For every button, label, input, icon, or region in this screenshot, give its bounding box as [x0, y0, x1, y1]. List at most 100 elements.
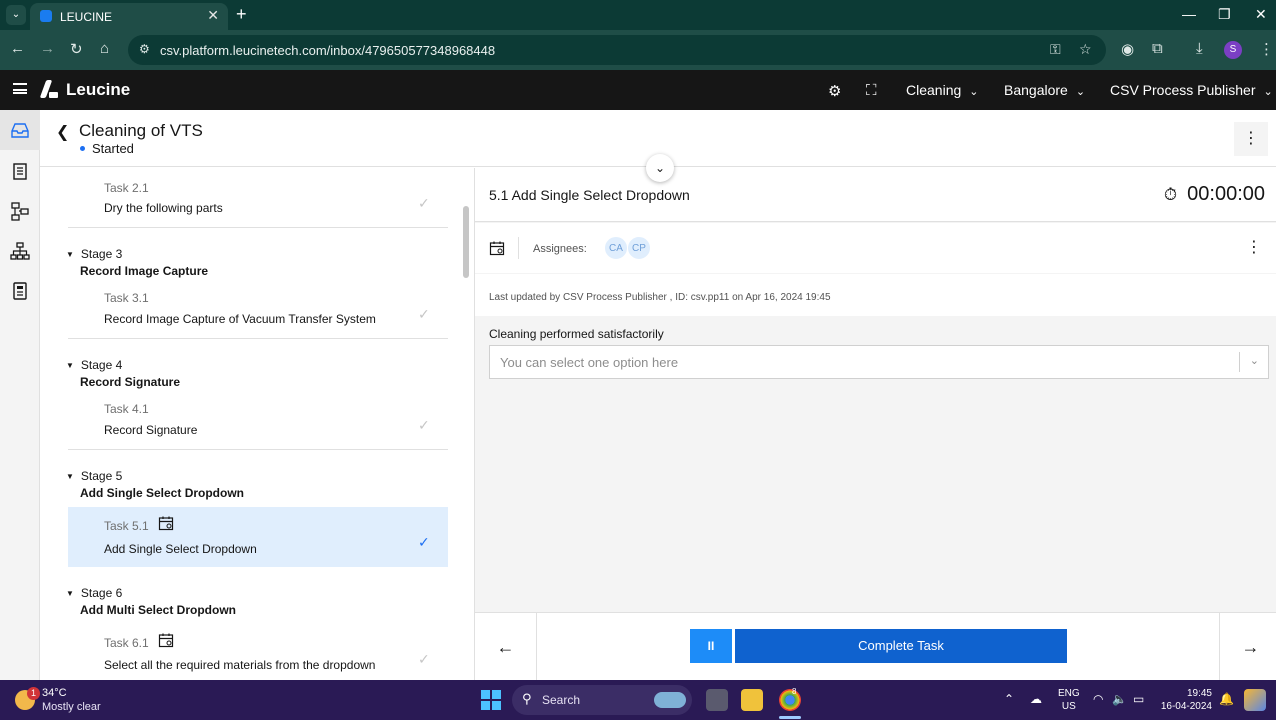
user-select[interactable]: CSV Process Publisher ⌄: [1110, 82, 1273, 98]
previous-task-arrow-icon[interactable]: ←: [475, 613, 537, 681]
stage-label[interactable]: ▼ Stage 3: [66, 247, 122, 261]
clock-time: 19:45: [1186, 688, 1212, 699]
copilot-icon[interactable]: [1244, 689, 1266, 711]
pause-button[interactable]: II: [690, 629, 732, 663]
wifi-icon[interactable]: ◠: [1093, 692, 1103, 706]
volume-icon[interactable]: 🔈: [1112, 692, 1127, 706]
task-more-options-icon[interactable]: ⋮: [1237, 231, 1271, 265]
chrome-icon[interactable]: [779, 689, 801, 711]
chevron-down-icon: ⌄: [1263, 86, 1273, 98]
extensions-puzzle-icon[interactable]: ⧉: [1152, 40, 1163, 57]
chevron-down-icon[interactable]: ⌄: [1250, 354, 1259, 367]
task-item[interactable]: Task 3.1 Record Image Capture of Vacuum …: [68, 279, 448, 339]
parameter-label: Cleaning performed satisfactorily: [489, 327, 664, 341]
back-arrow-icon[interactable]: ←: [10, 40, 25, 57]
last-updated-bar: Last updated by CSV Process Publisher , …: [475, 274, 1276, 316]
nav-inbox[interactable]: [0, 110, 40, 150]
assignee-avatar[interactable]: CA: [604, 236, 628, 260]
stage-label[interactable]: ▼ Stage 6: [66, 586, 122, 600]
task-item[interactable]: Task 4.1 Record Signature ✓: [68, 390, 448, 450]
assignee-avatar[interactable]: CP: [627, 236, 651, 260]
taskbar-search[interactable]: ⚲ Search: [512, 685, 692, 715]
language-indicator[interactable]: ENG US: [1058, 687, 1080, 713]
side-nav-rail: [0, 110, 40, 680]
new-tab-plus-icon[interactable]: +: [236, 4, 247, 25]
close-tab-icon[interactable]: ✕: [207, 7, 219, 24]
browser-menu-icon[interactable]: ⋮: [1259, 40, 1274, 58]
home-icon[interactable]: ⌂: [100, 40, 109, 57]
location-select[interactable]: Bangalore ⌄: [1004, 82, 1085, 98]
task-name: Dry the following parts: [104, 201, 223, 215]
browser-tab[interactable]: LEUCINE ✕: [30, 3, 228, 30]
task-item[interactable]: Task 2.1 Dry the following parts ✓: [68, 168, 448, 228]
leucine-logo[interactable]: Leucine: [42, 80, 130, 100]
caret-down-icon: ▼: [66, 250, 74, 259]
last-updated-text: Last updated by CSV Process Publisher , …: [489, 292, 831, 303]
password-key-icon[interactable]: ⚿: [1050, 41, 1061, 58]
windows-start-icon[interactable]: [481, 690, 501, 710]
task-item-selected[interactable]: Task 5.1 Add Single Select Dropdown ✓: [68, 507, 448, 567]
single-select-dropdown[interactable]: You can select one option here ⌄: [489, 345, 1269, 379]
search-label: Search: [542, 693, 581, 707]
chevron-down-icon: ⌄: [1075, 86, 1086, 98]
show-hidden-icons-chevron-icon[interactable]: ⌃: [1004, 692, 1014, 706]
tab-search-chevron-icon[interactable]: ⌄: [6, 5, 26, 25]
bookmark-star-icon[interactable]: ☆: [1079, 41, 1092, 58]
notifications-bell-icon[interactable]: 🔔: [1219, 692, 1234, 706]
job-more-options-icon[interactable]: ⋮: [1234, 122, 1268, 156]
complete-task-button[interactable]: Complete Task: [735, 629, 1067, 663]
job-status: Started: [80, 141, 134, 156]
battery-icon[interactable]: ▭: [1133, 692, 1144, 706]
calendar-schedule-icon: [158, 633, 174, 648]
forward-arrow-icon[interactable]: →: [40, 40, 55, 57]
lang-bottom: US: [1061, 701, 1076, 712]
caret-down-icon: ▼: [66, 361, 74, 370]
file-explorer-icon[interactable]: [741, 689, 763, 711]
facility-select-value: Cleaning: [906, 82, 962, 98]
restore-icon[interactable]: ❐: [1218, 6, 1231, 23]
lang-top: ENG: [1058, 688, 1080, 699]
onedrive-cloud-icon[interactable]: ☁: [1030, 692, 1042, 706]
reload-icon[interactable]: ↻: [70, 40, 83, 58]
screenshot-extension-icon[interactable]: ◉: [1121, 40, 1134, 58]
app-header: Leucine ⚙ ⛶ Cleaning ⌄ Bangalore ⌄ CSV Pro…: [0, 70, 1276, 110]
stage-name: Add Multi Select Dropdown: [80, 603, 236, 617]
nav-flow[interactable]: [0, 191, 40, 231]
weather-temp: 34°C: [42, 687, 67, 699]
nav-hierarchy[interactable]: [0, 231, 40, 271]
scan-qr-icon[interactable]: ⛶: [866, 82, 877, 99]
downloads-icon[interactable]: ⤓: [1196, 40, 1203, 57]
leucine-logo-mark-icon: [42, 80, 60, 98]
windows-taskbar: 1 34°C Mostly clear ⚲ Search 8 ⌃ ☁ ENG US…: [0, 680, 1276, 720]
minimize-icon[interactable]: —: [1182, 6, 1196, 22]
divider: [1239, 352, 1240, 372]
stage-name: Record Signature: [80, 375, 181, 389]
nav-reports[interactable]: [0, 271, 40, 311]
stage-label[interactable]: ▼ Stage 5: [66, 469, 122, 483]
task-detail-title: 5.1 Add Single Select Dropdown: [489, 187, 690, 203]
task-number: Task 4.1: [104, 402, 149, 416]
settings-gear-icon[interactable]: ⚙: [828, 82, 841, 100]
collapse-header-chevron-icon[interactable]: ⌄: [646, 154, 674, 182]
address-url[interactable]: csv.platform.leucinetech.com/inbox/47965…: [160, 43, 495, 58]
nav-checklist[interactable]: [0, 151, 40, 191]
assignees-label: Assignees:: [533, 243, 587, 255]
stage-label[interactable]: ▼ Stage 4: [66, 358, 122, 372]
profile-avatar[interactable]: S: [1224, 41, 1242, 59]
system-clock[interactable]: 19:45 16-04-2024: [1160, 687, 1212, 713]
close-window-icon[interactable]: ✕: [1255, 6, 1267, 23]
address-bar[interactable]: ⚙ csv.platform.leucinetech.com/inbox/479…: [128, 35, 1106, 65]
task-detail-header: 5.1 Add Single Select Dropdown ⏱ 00:00:00: [475, 168, 1276, 222]
task-item[interactable]: Task 6.1 Select all the required materia…: [68, 624, 448, 680]
site-info-icon[interactable]: ⚙: [139, 42, 150, 56]
job-title: Cleaning of VTS: [79, 121, 203, 140]
caret-down-icon: ▼: [66, 472, 74, 481]
task-view-icon[interactable]: [706, 689, 728, 711]
facility-select[interactable]: Cleaning ⌄: [906, 82, 978, 98]
calendar-schedule-icon[interactable]: [489, 240, 505, 256]
back-chevron-icon[interactable]: ❮: [56, 122, 69, 142]
menu-hamburger-icon[interactable]: [13, 83, 27, 94]
next-task-arrow-icon[interactable]: →: [1219, 613, 1276, 681]
task-list-scrollbar[interactable]: [463, 206, 469, 278]
stopwatch-icon: ⏱: [1163, 185, 1178, 204]
